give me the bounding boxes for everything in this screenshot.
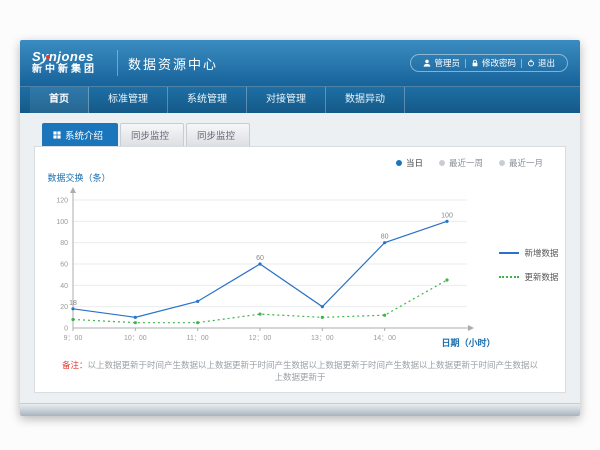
header: Synjones 新中新集团 数据资源中心 管理员 修改密码 退出: [20, 40, 580, 86]
y-axis-label: 数据交换（条）: [47, 171, 481, 184]
nav-item-system[interactable]: 系统管理: [168, 87, 247, 113]
solid-line-sample-icon: [499, 252, 519, 254]
logout-label: 退出: [538, 57, 555, 69]
tab-strip: 系统介绍 同步监控 同步监控: [34, 123, 566, 146]
svg-text:13：00: 13：00: [312, 335, 335, 342]
svg-text:60: 60: [61, 262, 69, 269]
nav-item-home[interactable]: 首页: [30, 87, 89, 113]
svg-text:100: 100: [442, 212, 454, 219]
tab-label: 同步监控: [197, 128, 235, 142]
tab-sync-monitor-1[interactable]: 同步监控: [120, 123, 184, 146]
svg-text:9：00: 9：00: [64, 335, 83, 342]
svg-text:120: 120: [57, 198, 69, 205]
filter-last-week[interactable]: 最近一周: [439, 157, 483, 169]
footnote: 备注：以上数据更新于时间产生数据以上数据更新于时间产生数据以上数据更新于时间产生…: [35, 359, 565, 397]
main-nav: 首页 标准管理 系统管理 对接管理 数据异动: [20, 86, 580, 113]
svg-text:80: 80: [381, 234, 389, 241]
range-filter-legend: 当日 最近一周 最近一月: [35, 147, 565, 169]
svg-text:12：00: 12：00: [249, 335, 272, 342]
tab-label: 同步监控: [131, 128, 169, 142]
chart-column: 数据交换（条） 0 20 40 60 80 100 120 9：00 10：00 11：00 12：…: [41, 171, 481, 359]
series-name: 新增数据: [524, 247, 558, 259]
filter-last-month[interactable]: 最近一月: [499, 157, 543, 169]
svg-text:18: 18: [70, 300, 78, 307]
nav-item-standards[interactable]: 标准管理: [89, 87, 168, 113]
user-actions: 管理员 修改密码 退出: [410, 54, 568, 72]
series-name: 更新数据: [524, 271, 558, 283]
header-divider: [117, 50, 118, 76]
tab-system-intro[interactable]: 系统介绍: [42, 123, 118, 146]
logo-company: 新中新集团: [32, 65, 97, 76]
power-icon: [527, 59, 535, 67]
admin-button[interactable]: 管理员: [418, 56, 465, 70]
admin-label: 管理员: [434, 57, 460, 69]
filter-label: 最近一周: [449, 157, 483, 169]
dashed-line-sample-icon: [499, 276, 519, 278]
footnote-text: 以上数据更新于时间产生数据以上数据更新于时间产生数据以上数据更新于时间产生数据以…: [88, 360, 539, 382]
svg-text:20: 20: [61, 304, 69, 311]
change-password-label: 修改密码: [482, 57, 516, 69]
legend-item-new-data: 新增数据: [499, 247, 558, 259]
svg-text:60: 60: [257, 255, 265, 262]
tab-label: 系统介绍: [65, 128, 103, 142]
logo-brand: Synjones: [32, 50, 97, 64]
tab-sync-monitor-2[interactable]: 同步监控: [186, 123, 250, 146]
svg-text:100: 100: [57, 219, 69, 226]
svg-text:80: 80: [61, 240, 69, 247]
legend-item-updated-data: 更新数据: [499, 271, 558, 283]
page-title: 数据资源中心: [128, 54, 218, 73]
filter-dot-icon: [439, 160, 445, 166]
series-legend: 新增数据 更新数据: [499, 247, 558, 283]
line-chart: 0 20 40 60 80 100 120 9：00 10：00 11：00 12：00 13：00 1…: [41, 186, 481, 354]
svg-text:40: 40: [61, 283, 69, 290]
svg-text:0: 0: [65, 326, 69, 333]
filter-dot-icon: [396, 160, 402, 166]
user-icon: [423, 59, 431, 67]
chart-zone: 数据交换（条） 0 20 40 60 80 100 120 9：00 10：00 11：00 12：…: [35, 171, 565, 359]
logout-button[interactable]: 退出: [522, 56, 560, 70]
svg-text:14：00: 14：00: [374, 335, 397, 342]
x-axis-label: 日期（小时）: [441, 336, 495, 349]
chart-panel: 当日 最近一周 最近一月 数据交换（条） 0 20 40 60 80 100 120 9：00…: [34, 146, 566, 393]
nav-item-integration[interactable]: 对接管理: [247, 87, 326, 113]
svg-text:11：00: 11：00: [187, 335, 209, 342]
filter-label: 当日: [406, 157, 423, 169]
filter-today[interactable]: 当日: [396, 157, 423, 169]
logo: Synjones 新中新集团: [32, 50, 107, 75]
lock-icon: [471, 59, 479, 67]
filter-dot-icon: [499, 160, 505, 166]
grid-icon: [53, 131, 61, 139]
window-footer-bar: [20, 403, 580, 416]
filter-label: 最近一月: [509, 157, 543, 169]
content-area: 系统介绍 同步监控 同步监控 当日 最近一周: [20, 113, 580, 403]
footnote-prefix: 备注：: [62, 360, 88, 370]
svg-text:10：00: 10：00: [125, 335, 148, 342]
nav-item-data-changes[interactable]: 数据异动: [326, 87, 405, 113]
app-window: Synjones 新中新集团 数据资源中心 管理员 修改密码 退出 首页 标准管…: [20, 40, 580, 416]
change-password-button[interactable]: 修改密码: [466, 56, 521, 70]
